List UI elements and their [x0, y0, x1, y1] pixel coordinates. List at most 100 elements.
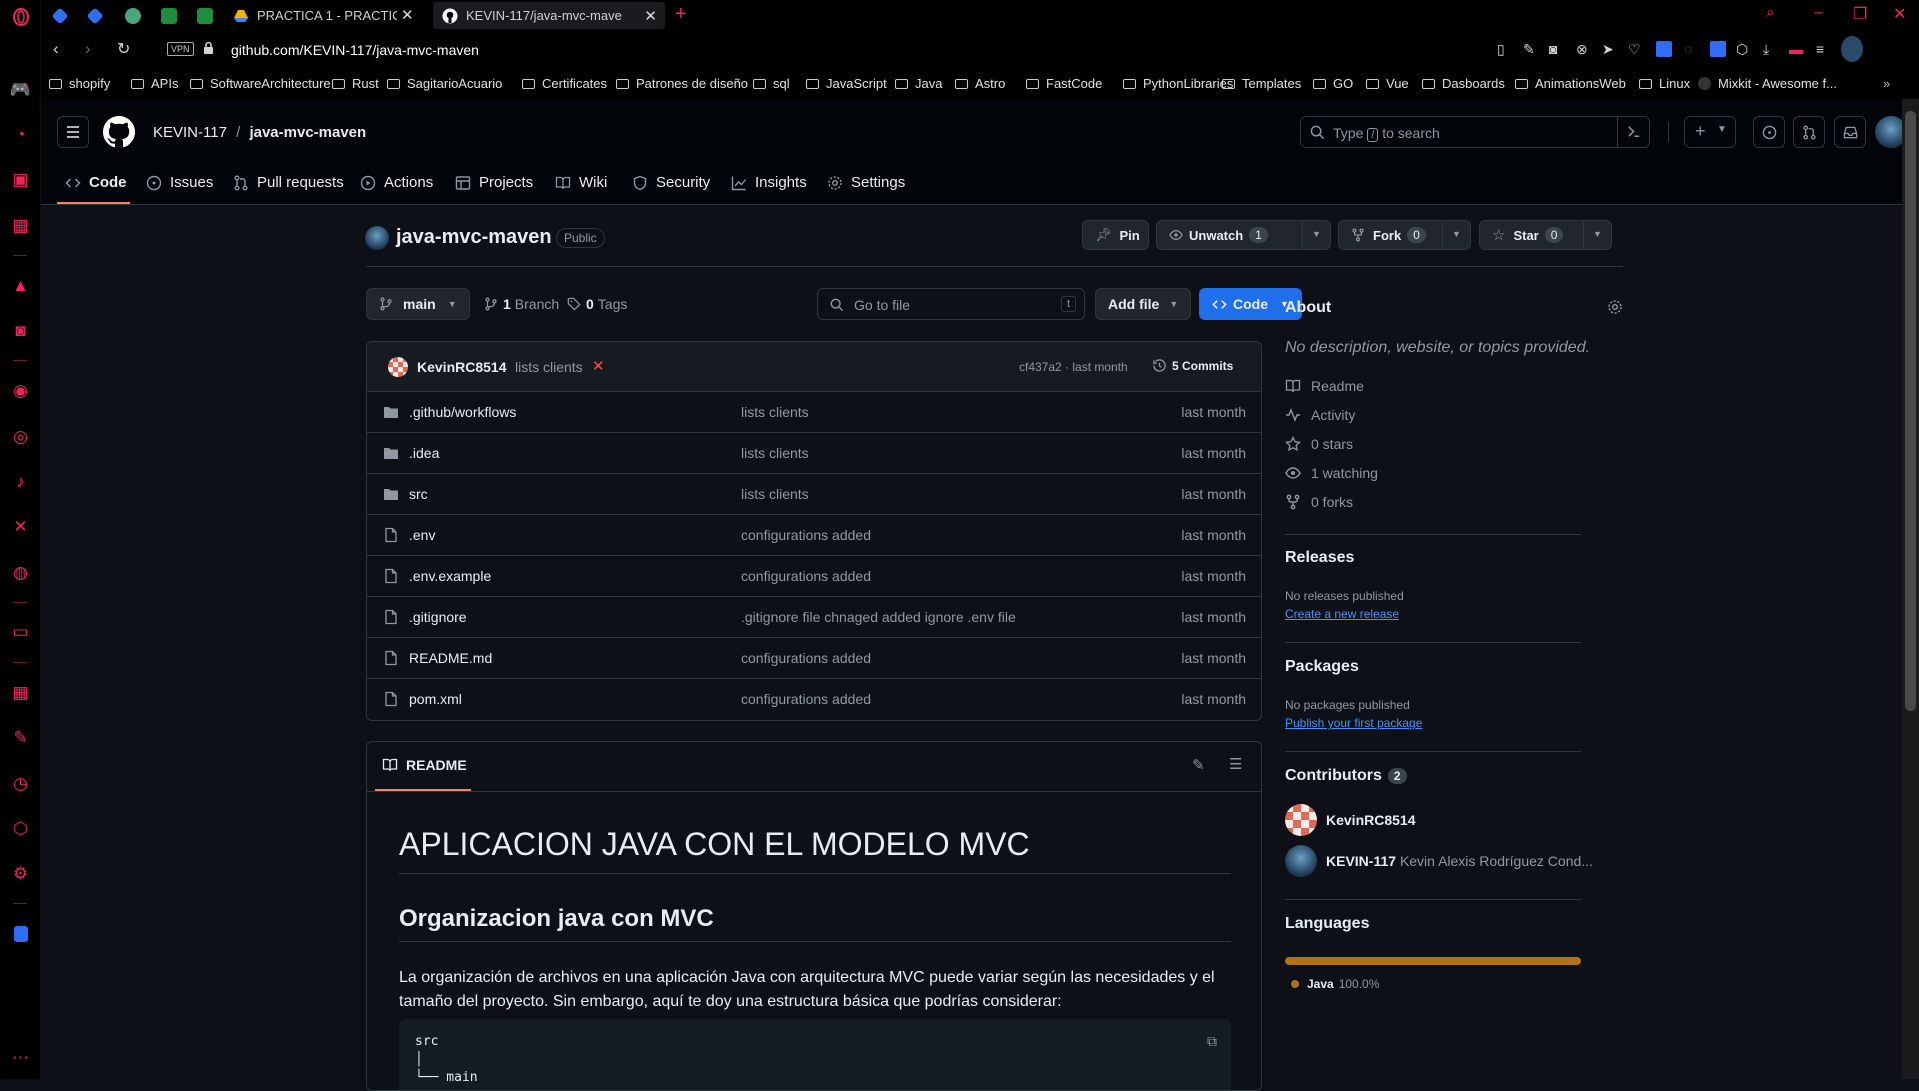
list-outline-icon[interactable]: ☰ — [1229, 755, 1242, 773]
aria-icon[interactable]: ▲ — [0, 274, 41, 298]
apps-icon[interactable]: ▦ — [0, 681, 41, 705]
search-input[interactable]: Type / to search — [1300, 116, 1650, 148]
contributor-avatar[interactable] — [1285, 845, 1317, 877]
bookmark-folder[interactable]: JavaScript — [806, 76, 887, 91]
file-commit-message[interactable]: lists clients — [741, 404, 809, 420]
repo-title[interactable]: java-mvc-maven — [396, 226, 552, 249]
owner-link[interactable]: KEVIN-117 — [153, 124, 227, 141]
packages-title[interactable]: Packages — [1285, 658, 1359, 676]
back-icon[interactable]: ‹ — [53, 39, 59, 59]
wallet-icon[interactable]: ▭ — [0, 620, 41, 644]
tab-code[interactable]: Code — [65, 174, 127, 191]
edit-icon[interactable]: ✎ — [1523, 41, 1539, 57]
messenger-icon[interactable]: ◉ — [0, 379, 41, 403]
file-commit-message[interactable]: configurations added — [741, 568, 871, 584]
tab-pull-requests[interactable]: Pull requests — [233, 174, 344, 191]
file-row[interactable]: pom.xml configurations added last month — [367, 679, 1261, 720]
x-icon[interactable]: ✕ — [0, 515, 41, 539]
file-name[interactable]: .idea — [409, 445, 439, 461]
extension-icon[interactable]: ◌ — [1684, 41, 1700, 57]
file-commit-message[interactable]: lists clients — [741, 486, 809, 502]
bookmark-folder[interactable]: SoftwareArchitecture — [190, 76, 331, 91]
file-row[interactable]: .gitignore .gitignore file chnaged added … — [367, 597, 1261, 638]
file-commit-message[interactable]: configurations added — [741, 527, 871, 543]
bookmark-folder[interactable]: Linux — [1639, 76, 1690, 91]
file-row[interactable]: .env configurations added last month — [367, 515, 1261, 556]
cube-ext-icon[interactable]: ⬡ — [1736, 41, 1752, 57]
add-file-button[interactable]: Add file ▼ — [1095, 288, 1191, 320]
block-icon[interactable]: ⊗ — [1576, 41, 1592, 57]
bookmark-folder[interactable]: shopify — [49, 76, 110, 91]
owner-avatar[interactable] — [365, 226, 389, 250]
more-icon[interactable]: ⋯ — [0, 1046, 41, 1070]
file-commit-message[interactable]: configurations added — [741, 650, 871, 666]
opera-logo-icon[interactable] — [0, 5, 41, 29]
new-tab-button[interactable]: + — [675, 3, 687, 26]
caret-down-icon[interactable]: ▼ — [1442, 220, 1470, 250]
translate-icon[interactable] — [1656, 41, 1672, 57]
profile-avatar[interactable] — [1841, 36, 1863, 62]
heart-icon[interactable]: ♡ — [1628, 41, 1644, 57]
bookmark-mixkit[interactable]: Mixkit - Awesome f... — [1698, 76, 1837, 91]
commits-link[interactable]: 5 Commits — [1152, 358, 1233, 373]
menu-button[interactable] — [57, 116, 89, 148]
settings-icon[interactable]: ⚙ — [0, 862, 41, 886]
file-row[interactable]: .env.example configurations added last mon… — [367, 556, 1261, 597]
tab-projects[interactable]: Projects — [455, 174, 533, 191]
star-button[interactable]: ☆ Star 0 ▼ — [1479, 220, 1612, 250]
tab-insights[interactable]: Insights — [731, 174, 807, 191]
tab-pinned-1[interactable] — [44, 2, 74, 29]
twitch-icon[interactable]: ◙ — [0, 319, 41, 343]
url-field[interactable]: github.com/KEVIN-117/java-mvc-maven — [231, 42, 479, 58]
bookmark-folder[interactable]: GO — [1313, 76, 1353, 91]
caret-down-icon[interactable]: ▼ — [1302, 220, 1330, 250]
watching-link[interactable]: 1 watching — [1285, 465, 1378, 481]
send-icon[interactable]: ➤ — [1602, 41, 1618, 57]
issues-button[interactable] — [1753, 116, 1785, 148]
fork-button[interactable]: Fork 0 ▼ — [1338, 220, 1471, 250]
file-name[interactable]: pom.xml — [409, 691, 462, 707]
bitwarden-ext-icon[interactable] — [1710, 41, 1726, 57]
reload-icon[interactable]: ↻ — [117, 39, 130, 59]
edit-icon[interactable]: ✎ — [0, 726, 41, 750]
tags-link[interactable]: 0 Tags — [567, 296, 627, 312]
bookmark-folder[interactable]: AnimationsWeb — [1515, 76, 1626, 91]
more-bookmarks-icon[interactable]: » — [1883, 76, 1890, 91]
tab-pinned-2[interactable] — [79, 2, 109, 29]
tab-wiki[interactable]: Wiki — [555, 174, 607, 191]
bookmark-folder[interactable]: Certificates — [522, 76, 607, 91]
pull-requests-button[interactable] — [1793, 116, 1825, 148]
calendar-icon[interactable]: ▦ — [0, 214, 41, 238]
bookmark-folder[interactable]: Vue — [1366, 76, 1409, 91]
file-name[interactable]: README.md — [409, 650, 492, 666]
bookmark-folder[interactable]: Dasboards — [1422, 76, 1505, 91]
tab-settings[interactable]: Settings — [827, 174, 905, 191]
create-new-button[interactable]: + ▼ — [1684, 116, 1736, 148]
goto-file-input[interactable]: Go to file t — [817, 288, 1085, 320]
releases-title[interactable]: Releases — [1285, 549, 1354, 567]
history-icon[interactable]: ◷ — [0, 772, 41, 796]
tab-actions[interactable]: Actions — [360, 174, 433, 191]
gear-icon[interactable] — [1607, 299, 1623, 315]
restore-button[interactable]: ❐ — [1853, 4, 1867, 24]
branch-select[interactable]: main ▼ — [366, 288, 470, 320]
tab-practica[interactable]: PRACTICA 1 - PRACTICO .p — [224, 2, 404, 29]
repo-link[interactable]: java-mvc-maven — [249, 124, 366, 141]
bookmark-folder[interactable]: Patrones de diseño — [616, 76, 748, 91]
bookmark-folder[interactable]: Java — [895, 76, 942, 91]
bag-icon[interactable]: ▣ — [0, 168, 41, 192]
tab-github-active[interactable]: KEVIN-117/java-mvc-mave ✕ — [433, 2, 665, 29]
pin-button[interactable]: 📌︎ Pin — [1082, 220, 1149, 250]
tab-issues[interactable]: Issues — [146, 174, 213, 191]
github-logo-icon[interactable] — [103, 116, 135, 148]
close-tab-icon[interactable]: ✕ — [644, 7, 657, 25]
commit-author-avatar[interactable] — [388, 357, 408, 377]
bookmark-folder[interactable]: Templates — [1222, 76, 1301, 91]
language-item[interactable]: Java 100.0% — [1285, 977, 1379, 991]
readme-link[interactable]: Readme — [1285, 378, 1364, 394]
commit-hash-time[interactable]: cf437a2 · last month — [1019, 360, 1128, 374]
file-name[interactable]: .env — [409, 527, 435, 543]
file-commit-message[interactable]: lists clients — [741, 445, 809, 461]
bookmark-folder[interactable]: Rust — [332, 76, 379, 91]
tab-pinned-5[interactable] — [188, 2, 218, 29]
